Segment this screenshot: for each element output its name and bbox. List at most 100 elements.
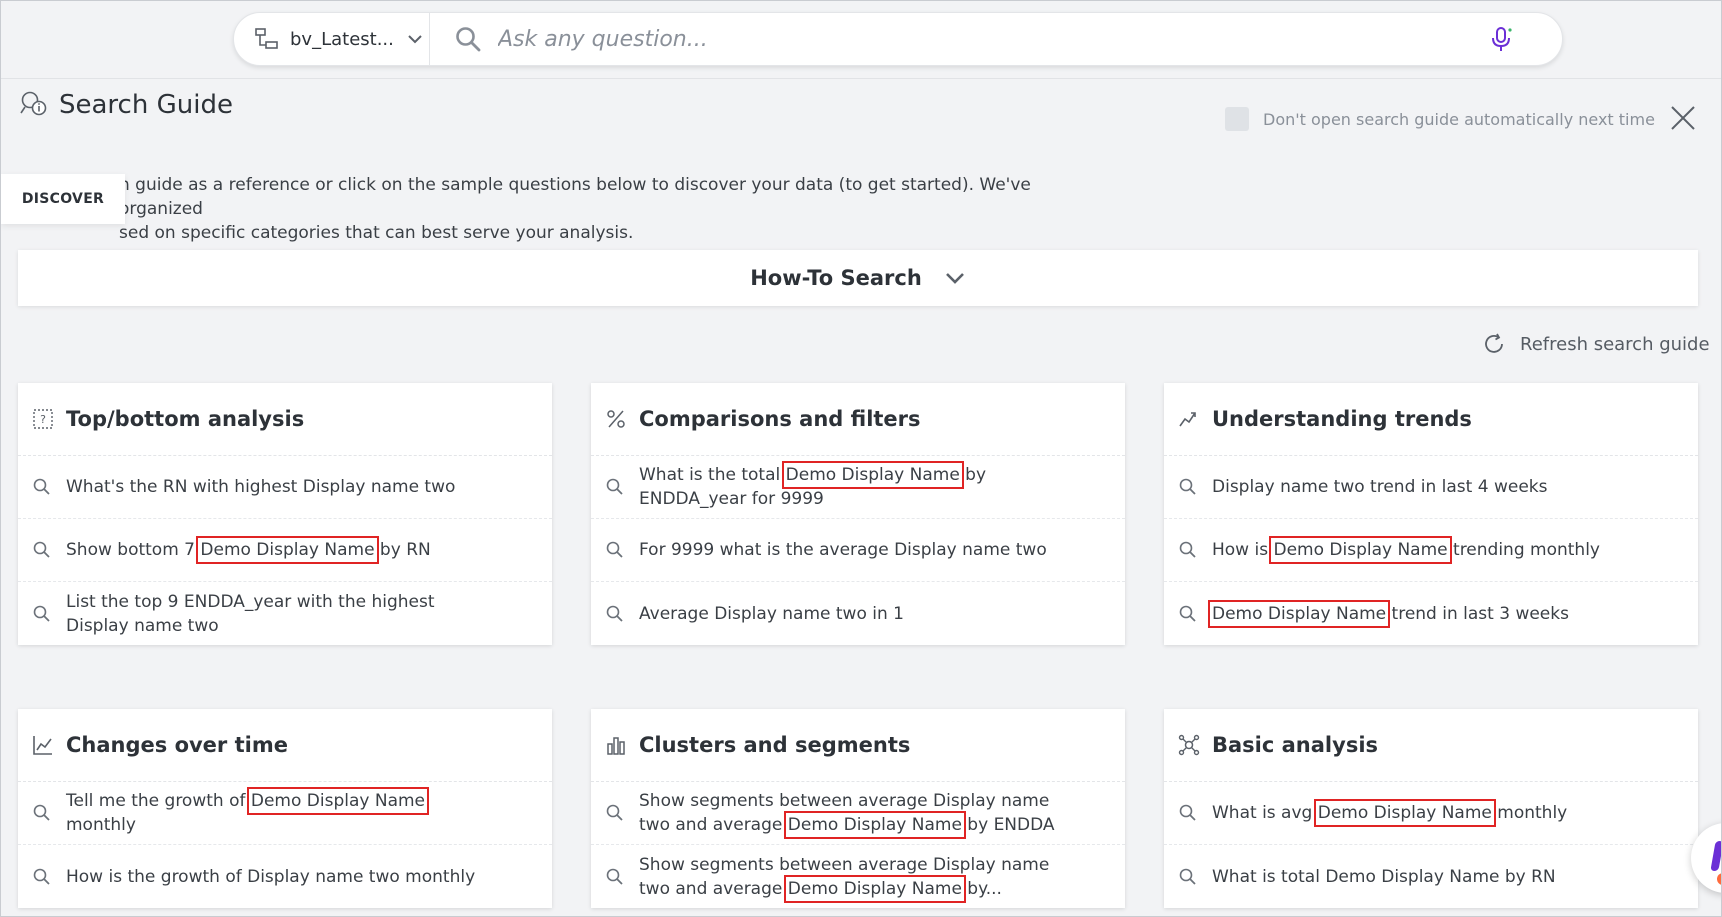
question-text-part: trending monthly: [1447, 540, 1600, 560]
search-icon: [606, 605, 623, 622]
question-text-part: Display name two trend in last 4 weeks: [1212, 477, 1548, 497]
question-text: What's the RN with highest Display name …: [66, 475, 486, 499]
question-text: How is Demo Display Name trending monthl…: [1212, 536, 1632, 564]
search-icon: [33, 478, 50, 495]
auto-open-option: Don't open search guide automatically ne…: [1225, 107, 1655, 131]
category-card-trends: Understanding trends Display name two tr…: [1164, 383, 1698, 645]
highlighted-term: Demo Display Name: [1313, 799, 1496, 827]
intro-line-1: h guide as a reference or click on the s…: [119, 175, 1031, 219]
sample-question[interactable]: Display name two trend in last 4 weeks: [1164, 456, 1698, 519]
card-header: Clusters and segments: [591, 709, 1125, 782]
search-icon: [33, 868, 50, 885]
refresh-icon: [1485, 333, 1503, 353]
question-table-icon: ?: [33, 409, 53, 429]
card-title: Clusters and segments: [639, 733, 911, 757]
question-text: For 9999 what is the average Display nam…: [639, 538, 1059, 562]
auto-open-checkbox[interactable]: [1225, 107, 1249, 131]
search-icon: [606, 541, 623, 558]
search-icon: [1179, 868, 1196, 885]
assistant-logo-icon: [1710, 841, 1721, 871]
question-text-part: monthly: [1491, 803, 1568, 823]
search-icon: [33, 605, 50, 622]
datasource-selector[interactable]: bv_Latest...: [234, 13, 430, 65]
refresh-label: Refresh search guide: [1520, 333, 1710, 355]
search-icon: [1179, 804, 1196, 821]
search-icon: [456, 27, 481, 52]
card-header: Understanding trends: [1164, 383, 1698, 456]
nodes-icon: [1178, 734, 1200, 756]
sample-question[interactable]: What's the RN with highest Display name …: [18, 456, 552, 519]
sample-question[interactable]: How is the growth of Display name two mo…: [18, 845, 552, 908]
question-text-part: Average Display name two in 1: [639, 603, 904, 624]
how-to-search-toggle[interactable]: How-To Search: [18, 250, 1698, 306]
search-icon: [33, 804, 50, 821]
search-icon: [33, 541, 50, 558]
sample-question[interactable]: What is total Demo Display Name by RN: [1164, 845, 1698, 908]
page-title: Search Guide: [59, 90, 233, 120]
highlighted-term: Demo Display Name: [783, 811, 966, 839]
sample-question[interactable]: Tell me the growth of Demo Display Name …: [18, 782, 552, 845]
highlighted-term: Demo Display Name: [783, 874, 966, 903]
sample-question[interactable]: What is avg Demo Display Name monthly: [1164, 782, 1698, 845]
search-icon: [1179, 605, 1196, 622]
question-text-part: How is: [1212, 540, 1274, 560]
highlighted-term: Demo Display Name: [781, 461, 964, 489]
card-title: Comparisons and filters: [639, 407, 921, 431]
question-text-part: What's the RN with highest Display name …: [66, 477, 456, 497]
question-text: Tell me the growth of Demo Display Name …: [66, 787, 486, 837]
question-text-part: by ENDDA: [961, 815, 1055, 835]
question-text-part: For 9999 what is the average Display nam…: [639, 540, 1047, 560]
line-chart-icon: [33, 736, 52, 755]
datasource-label: bv_Latest...: [290, 28, 394, 50]
sample-question[interactable]: List the top 9 ENDDA_year with the highe…: [18, 582, 552, 645]
question-text-part: Tell me the growth of: [66, 791, 251, 811]
trend-icon: [1179, 412, 1196, 427]
sample-question[interactable]: Show segments between average Display na…: [591, 845, 1125, 908]
search-input[interactable]: [498, 19, 1486, 59]
microphone-icon[interactable]: [1486, 24, 1516, 54]
question-text-part: Show bottom 7: [66, 540, 201, 560]
card-header: Comparisons and filters: [591, 383, 1125, 456]
search-guide-icon: [20, 91, 47, 116]
search-icon: [1179, 478, 1196, 495]
sample-question[interactable]: How is Demo Display Name trending monthl…: [1164, 519, 1698, 582]
refresh-search-guide-button[interactable]: Refresh search guide: [1482, 332, 1710, 356]
highlighted-term: Demo Display Name: [1269, 536, 1452, 564]
question-text-part: What is total Demo Display Name by RN: [1212, 866, 1556, 887]
question-text: Show bottom 7 Demo Display Name by RN: [66, 536, 486, 564]
category-card-basic-analysis: Basic analysis What is avg Demo Display …: [1164, 709, 1698, 908]
chevron-down-icon: [408, 35, 422, 44]
query-area: [430, 13, 1562, 65]
how-to-search-label: How-To Search: [750, 266, 922, 290]
sample-question[interactable]: What is the total Demo Display Name by E…: [591, 456, 1125, 519]
sample-question[interactable]: Average Display name two in 1: [591, 582, 1125, 645]
question-text: What is total Demo Display Name by RN: [1212, 865, 1632, 889]
question-text-part: List the top 9 ENDDA_year with the highe…: [66, 591, 435, 636]
question-text-part: What is the total: [639, 465, 786, 485]
search-icon: [1179, 541, 1196, 558]
search-box: bv_Latest...: [233, 12, 1563, 66]
sample-question[interactable]: For 9999 what is the average Display nam…: [591, 519, 1125, 582]
intro-line-2: sed on specific categories that can best…: [119, 223, 634, 243]
card-header: ? Top/bottom analysis: [18, 383, 552, 456]
question-text: What is avg Demo Display Name monthly: [1212, 799, 1632, 827]
app-frame: bv_Latest... Ask any question... Search …: [0, 0, 1722, 917]
question-text-part: by RN: [374, 540, 431, 560]
question-text: Demo Display Name trend in last 3 weeks: [1207, 599, 1632, 628]
close-icon[interactable]: [1669, 104, 1697, 132]
datasource-icon: [255, 28, 278, 49]
category-card-comparisons: Comparisons and filters What is the tota…: [591, 383, 1125, 645]
question-text: How is the growth of Display name two mo…: [66, 865, 486, 889]
auto-open-label: Don't open search guide automatically ne…: [1263, 109, 1655, 129]
sample-question[interactable]: Show segments between average Display na…: [591, 782, 1125, 845]
question-text: Display name two trend in last 4 weeks: [1212, 475, 1632, 499]
sample-question[interactable]: Show bottom 7 Demo Display Name by RN: [18, 519, 552, 582]
top-search-bar: bv_Latest...: [1, 1, 1721, 79]
card-header: Basic analysis: [1164, 709, 1698, 782]
highlighted-term: Demo Display Name: [1207, 599, 1391, 628]
sample-question[interactable]: Demo Display Name trend in last 3 weeks: [1164, 582, 1698, 645]
card-title: Understanding trends: [1212, 407, 1472, 431]
card-title: Basic analysis: [1212, 733, 1379, 757]
discover-tab[interactable]: DISCOVER: [1, 174, 125, 224]
search-icon: [606, 868, 623, 885]
